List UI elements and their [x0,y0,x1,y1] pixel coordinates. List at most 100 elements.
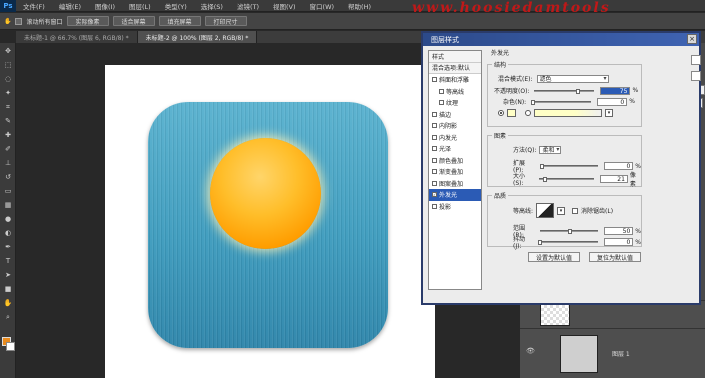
lasso-tool-icon[interactable]: ◌ [3,75,13,84]
jitter-slider-knob[interactable] [538,240,543,245]
panel-title: 外发光 [491,50,510,57]
hand-tool-icon[interactable]: ✋ [4,18,11,25]
menu-item[interactable]: 帮助(H) [341,1,378,11]
style-item[interactable]: 内发光 [429,132,481,144]
pen-tool-icon[interactable]: ✒ [3,243,13,252]
print-size-button[interactable]: 打印尺寸 [204,16,247,26]
actual-pixels-button[interactable]: 实际像素 [66,16,109,26]
background-color-swatch[interactable] [6,342,15,351]
style-item[interactable]: 斜面和浮雕 [429,74,481,86]
opacity-slider-knob[interactable] [576,88,581,94]
style-checkbox[interactable] [432,203,437,209]
antialias-checkbox[interactable] [572,207,579,214]
noise-slider[interactable] [531,99,592,105]
style-item[interactable]: 光泽 [429,143,481,155]
eye-icon[interactable]: 👁 [526,347,535,355]
contour-dropdown-icon[interactable]: ▾ [557,206,566,215]
gradient-tool-icon[interactable]: ▦ [3,201,13,210]
marquee-tool-icon[interactable]: ⬚ [3,61,13,70]
noise-slider-knob[interactable] [531,99,536,105]
range-slider[interactable] [540,229,599,234]
menu-item[interactable]: 窗口(W) [303,1,342,11]
style-item[interactable]: 投影 [429,201,481,213]
style-item[interactable]: 渐变叠加 [429,166,481,178]
crop-tool-icon[interactable]: ⌗ [3,103,13,112]
make-default-button[interactable]: 设置为默认值 [528,252,580,262]
blend-mode-select[interactable]: 滤色 [536,74,609,83]
dodge-tool-icon[interactable]: ◐ [3,229,13,238]
style-checkbox[interactable] [432,134,437,140]
fill-screen-button[interactable]: 填充屏幕 [158,16,201,26]
move-tool-icon[interactable]: ✥ [3,47,13,56]
hand-tool-icon[interactable]: ✋ [3,299,13,308]
scroll-all-label: 滚动所有窗口 [26,18,63,26]
style-item[interactable]: 内阴影 [429,120,481,132]
menu-item[interactable]: 类型(Y) [158,1,194,11]
document-tab[interactable]: 未标题-2 @ 100% (图层 2, RGB/8) * [137,31,258,43]
solid-color-radio[interactable] [498,110,504,116]
style-checkbox[interactable] [432,180,437,186]
shape-tool-icon[interactable]: ■ [3,285,13,294]
menu-item[interactable]: 视图(V) [266,1,303,11]
size-slider-knob[interactable] [543,177,548,182]
spread-input[interactable]: 0 [604,162,634,170]
style-item[interactable]: 等高线 [429,86,481,98]
layer-row[interactable]: 👁 图层 1 [520,328,705,378]
style-checkbox[interactable] [432,123,437,129]
jitter-input[interactable]: 0 [603,238,634,246]
type-tool-icon[interactable]: T [3,257,13,266]
ok-button[interactable] [691,55,701,65]
blending-options-item[interactable]: 混合选项:默认 [429,62,481,74]
style-checkbox[interactable] [439,88,444,94]
path-selection-tool-icon[interactable]: ➤ [3,271,13,280]
size-input[interactable]: 21 [599,175,628,183]
reset-default-button[interactable]: 复位为默认值 [589,252,641,262]
style-checkbox[interactable] [432,146,437,152]
healing-brush-tool-icon[interactable]: ✚ [3,131,13,140]
glow-color-swatch[interactable] [507,109,516,117]
clone-stamp-tool-icon[interactable]: ⊥ [3,159,13,168]
document-tab[interactable]: 未标题-1 @ 66.7% (图层 6, RGB/8) * [16,31,138,43]
menu-item[interactable]: 文件(F) [16,1,52,11]
gradient-dropdown-icon[interactable]: ▾ [605,109,613,117]
brush-tool-icon[interactable]: ✐ [3,145,13,154]
menu-item[interactable]: 图层(L) [122,1,158,11]
spread-slider[interactable] [539,164,599,169]
opacity-input[interactable]: 75 [600,86,631,95]
opacity-slider[interactable] [534,88,595,94]
gradient-radio[interactable] [525,110,531,116]
menu-item[interactable]: 编辑(E) [52,1,88,11]
style-checkbox[interactable] [439,100,444,106]
style-checkbox[interactable] [432,77,437,83]
style-item[interactable]: 纹理 [429,97,481,109]
close-icon[interactable]: × [687,34,697,44]
styles-header[interactable]: 样式 [429,51,481,63]
spread-slider-knob[interactable] [539,164,544,169]
style-checkbox[interactable]: ✓ [432,192,437,198]
style-checkbox[interactable] [432,111,437,117]
style-checkbox[interactable] [432,169,437,175]
style-item[interactable]: 颜色叠加 [429,155,481,167]
history-brush-tool-icon[interactable]: ↺ [3,173,13,182]
eraser-tool-icon[interactable]: ▭ [3,187,13,196]
jitter-slider[interactable] [538,240,598,245]
menu-item[interactable]: 选择(S) [194,1,230,11]
glow-gradient-picker[interactable] [534,109,602,117]
cancel-button[interactable] [691,71,701,81]
scroll-all-checkbox[interactable] [15,17,23,25]
technique-select[interactable]: 柔和 [539,145,562,154]
style-checkbox[interactable] [432,157,437,163]
eyedropper-tool-icon[interactable]: ✎ [3,117,13,126]
contour-picker[interactable] [536,203,555,218]
zoom-tool-icon[interactable]: ⌕ [3,313,13,322]
menu-item[interactable]: 滤镜(T) [230,1,266,11]
magic-wand-tool-icon[interactable]: ✦ [3,89,13,98]
blur-tool-icon[interactable]: ● [3,215,13,224]
size-slider[interactable] [538,177,594,182]
fit-screen-button[interactable]: 适合屏幕 [112,16,155,26]
menu-item[interactable]: 图像(I) [88,1,122,11]
style-item[interactable]: 图案叠加 [429,178,481,190]
style-item[interactable]: 描边 [429,109,481,121]
noise-input[interactable]: 0 [597,97,628,106]
style-item[interactable]: ✓ 外发光 [429,189,481,201]
